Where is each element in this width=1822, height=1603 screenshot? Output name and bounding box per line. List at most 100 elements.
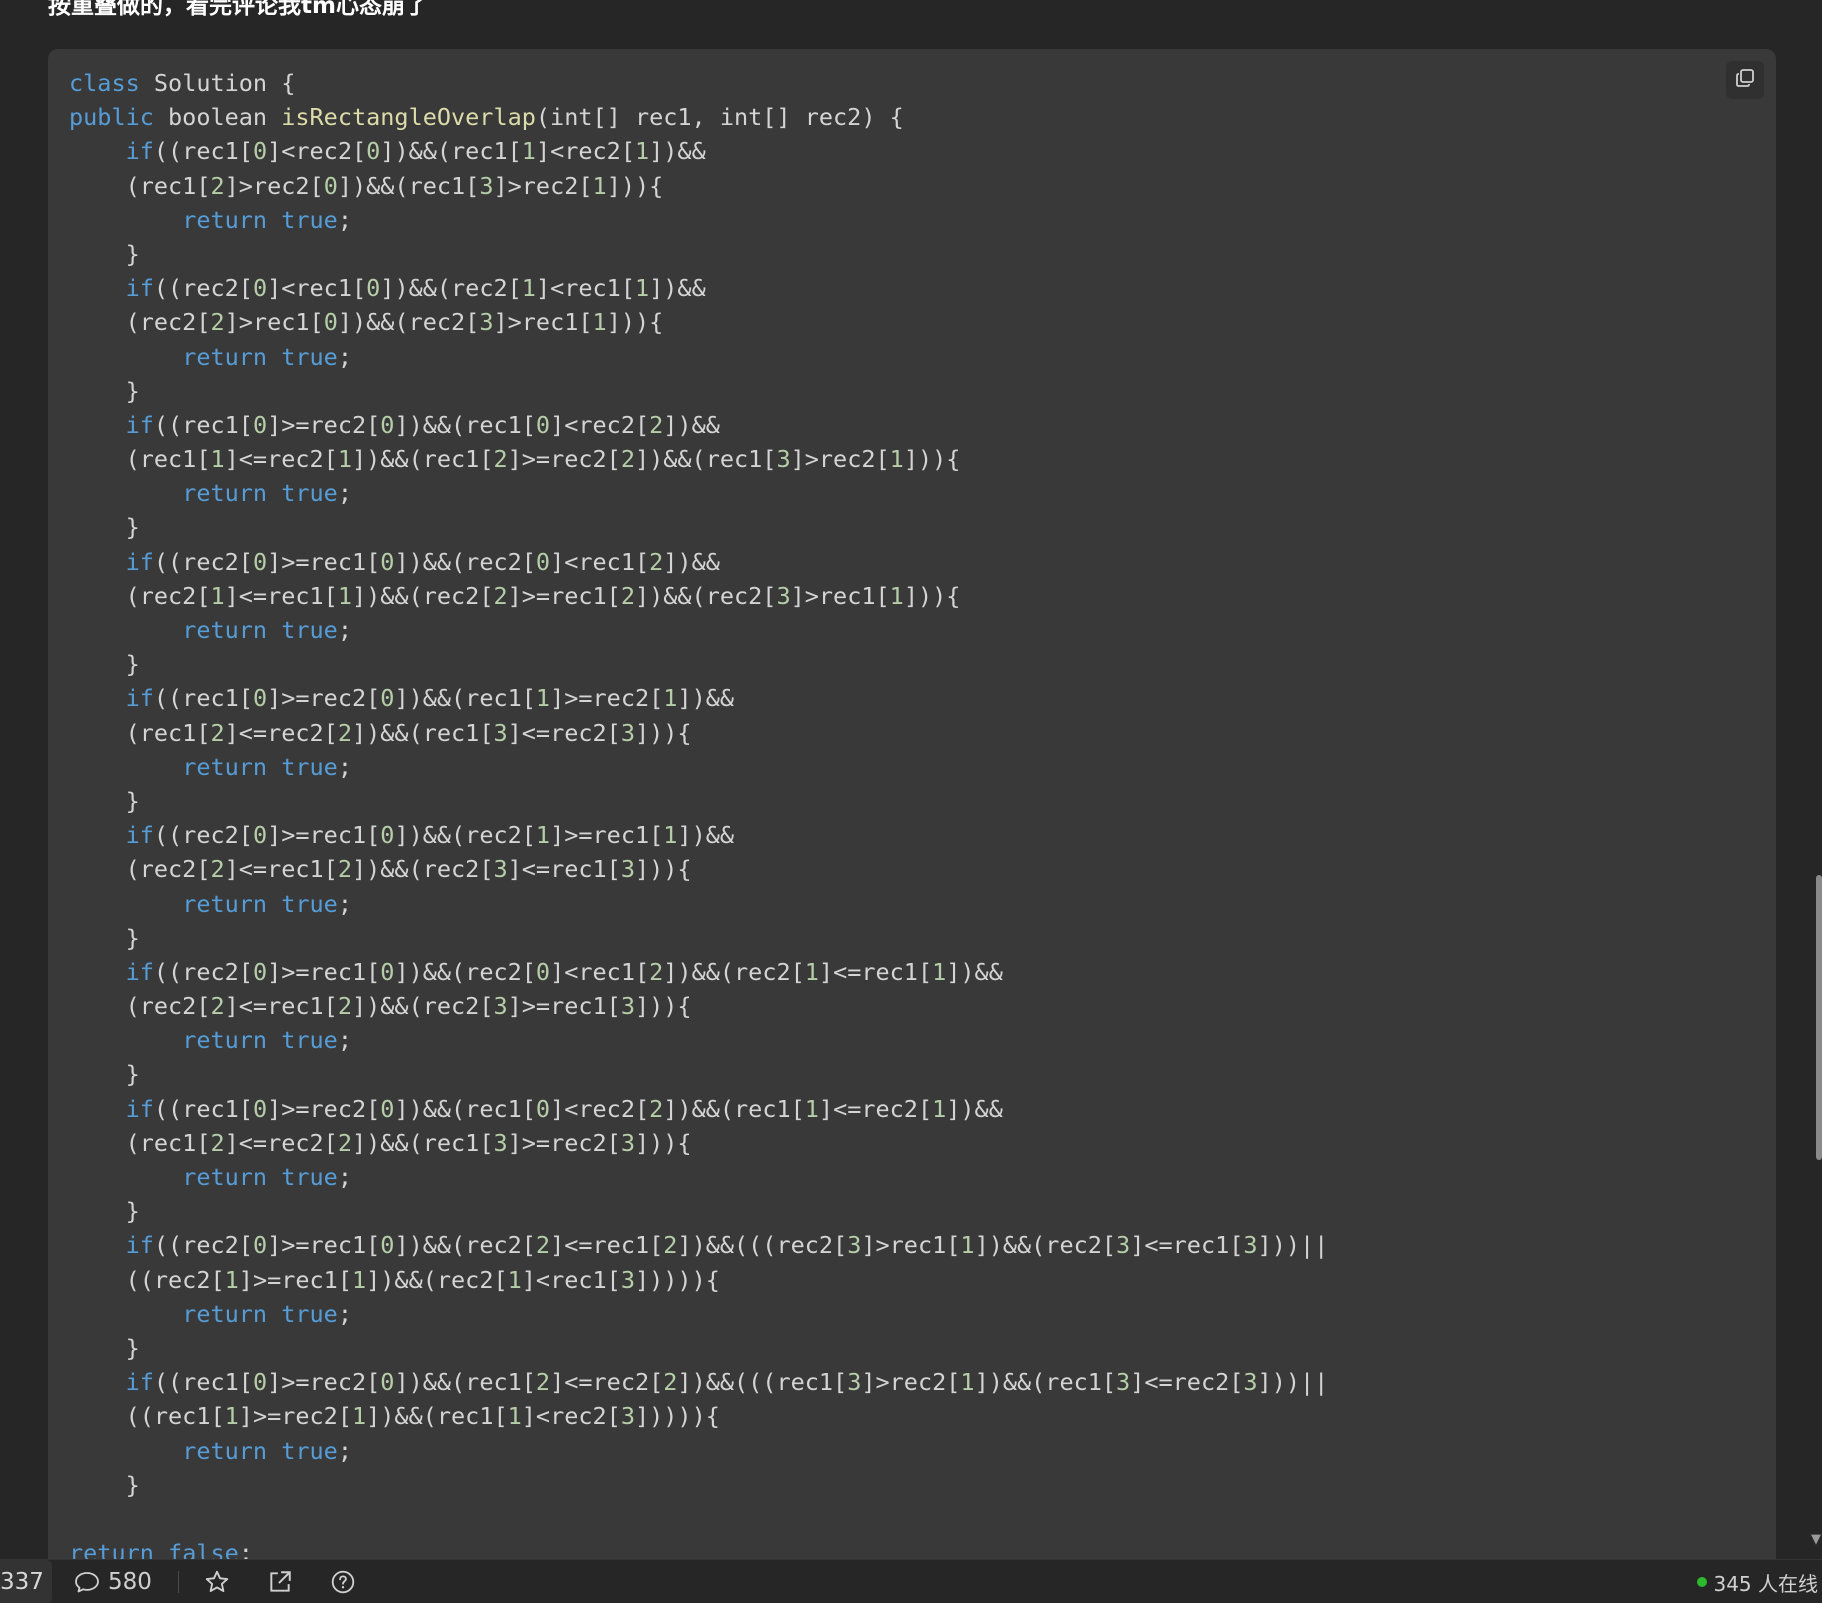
scrollbar-thumb[interactable]: [1816, 875, 1822, 1160]
code-token: Solution {: [139, 69, 296, 97]
copy-code-button[interactable]: [1726, 61, 1764, 99]
code-line: ((rec1[1]>=rec2[1])&&(rec1[1]<rec2[3])))…: [69, 1399, 1328, 1433]
code-token: ]>=rec2[: [238, 1402, 352, 1431]
code-token: ]<rec2[: [535, 137, 635, 166]
code-token: ]<rec1[: [521, 1265, 621, 1294]
code-line: class Solution {: [69, 66, 1328, 100]
code-token: ]<=rec1[: [550, 1231, 664, 1260]
code-token: ]))||: [1257, 1231, 1329, 1260]
code-token: ])&&: [663, 547, 720, 576]
code-token: 0: [380, 1094, 395, 1123]
code-token: ])&&(rec2[: [663, 957, 805, 986]
code-token: 2: [210, 171, 225, 200]
code-token: ])&&(((rec2[: [677, 1231, 848, 1260]
code-token: return: [182, 1436, 268, 1465]
code-token: 2: [210, 855, 225, 884]
code-token: ]<=rec2[: [507, 718, 621, 747]
like-count[interactable]: 337: [0, 1560, 52, 1603]
scroll-down-arrow[interactable]: ▼: [1811, 1532, 1821, 1547]
code-token: ]<=rec1[: [1130, 1231, 1244, 1260]
code-token: ]>=rec2[: [267, 1368, 381, 1397]
code-token: ])&&(rec1[: [634, 445, 777, 474]
code-token: 2: [210, 718, 225, 747]
code-line: if((rec1[0]>=rec2[0])&&(rec1[1]>=rec2[1]…: [69, 681, 1328, 715]
online-dot: [1697, 1577, 1708, 1587]
code-line: if((rec1[0]>=rec2[0])&&(rec1[0]<rec2[2])…: [69, 1092, 1328, 1126]
code-token: ((rec1[: [69, 1402, 225, 1431]
code-token: 1: [507, 1402, 522, 1431]
code-token: boolean: [153, 103, 282, 132]
code-token: ])&&(rec1[: [337, 171, 480, 200]
code-token: 0: [535, 410, 551, 439]
favorite-button[interactable]: [203, 1568, 231, 1596]
code-token: ;: [337, 752, 352, 781]
code-token: return: [182, 205, 268, 234]
code-line: if((rec2[0]>=rec1[0])&&(rec2[2]<=rec1[2]…: [69, 1228, 1329, 1262]
code-token: 2: [535, 1231, 551, 1260]
online-count-text: 345 人在线: [1713, 1571, 1818, 1596]
code-line: }: [69, 237, 1328, 271]
code-token: ])&&(rec1[: [663, 1094, 805, 1123]
code-token: ]<rec1[: [550, 547, 650, 576]
copy-icon: [1735, 68, 1755, 92]
code-token: 0: [323, 171, 338, 200]
online-status: 345 人在线: [1697, 1560, 1818, 1603]
code-token: ])&&: [663, 410, 720, 439]
share-button[interactable]: [266, 1568, 294, 1596]
code-token: 2: [663, 1231, 678, 1260]
code-token: ])&&(rec2[: [351, 992, 494, 1021]
code-token: 1: [960, 1368, 975, 1397]
code-token: ]<=rec1[: [818, 957, 933, 986]
code-token: 3: [1116, 1368, 1131, 1397]
code-token: ((rec2[: [153, 957, 253, 986]
code-token: 1: [634, 274, 650, 303]
code-token: class: [69, 69, 140, 97]
code-token: 0: [252, 957, 268, 986]
code-token: 3: [620, 992, 635, 1021]
code-token: ]>=rec1[: [267, 957, 381, 986]
code-token: ])&&(rec2[: [366, 1265, 508, 1294]
code-token: 3: [620, 718, 635, 747]
code-token: return: [69, 1539, 154, 1559]
code-token: 1: [351, 1402, 367, 1431]
code-token: ;: [337, 1163, 352, 1191]
code-token: 1: [210, 581, 225, 610]
help-button[interactable]: [329, 1568, 357, 1596]
code-token: 2: [210, 992, 225, 1021]
code-line: }: [69, 921, 1328, 955]
code-token: ])){: [903, 445, 961, 474]
code-token: (int[] rec1, int[] rec2) {: [535, 103, 904, 132]
code-line: return true;: [69, 1434, 1328, 1468]
code-line: if((rec1[0]>=rec2[0])&&(rec1[2]<=rec2[2]…: [69, 1365, 1329, 1399]
code-token: ]<rec2[: [550, 1094, 650, 1123]
code-token: 0: [252, 410, 268, 439]
code-token: if: [125, 684, 154, 713]
code-line: }: [69, 510, 1328, 544]
code-token: }: [69, 1470, 140, 1499]
code-token: ])&&: [649, 274, 706, 303]
toolbar-divider: [178, 1571, 179, 1593]
code-token: return: [182, 1026, 268, 1055]
code-token: }: [69, 786, 140, 815]
code-token: ]<=rec2[: [1130, 1368, 1244, 1397]
code-token: 2: [493, 581, 508, 610]
code-token: ]<=rec1[: [224, 992, 338, 1021]
comment-button[interactable]: 580: [74, 1560, 152, 1603]
code-token: ])&&(rec2[: [974, 1231, 1117, 1260]
code-token: }: [69, 923, 140, 952]
code-line: if((rec2[0]<rec1[0])&&(rec2[1]<rec1[1])&…: [69, 271, 1328, 305]
code-line: return true;: [69, 203, 1328, 237]
code-token: ]))||: [1257, 1368, 1329, 1397]
code-token: ])&&: [649, 137, 706, 166]
code-token: ]<rec2[: [267, 137, 367, 166]
code-token: ]>rec1[: [861, 1231, 961, 1260]
code-token: ]<=rec2[: [550, 1368, 664, 1397]
code-token: if: [125, 1231, 154, 1260]
